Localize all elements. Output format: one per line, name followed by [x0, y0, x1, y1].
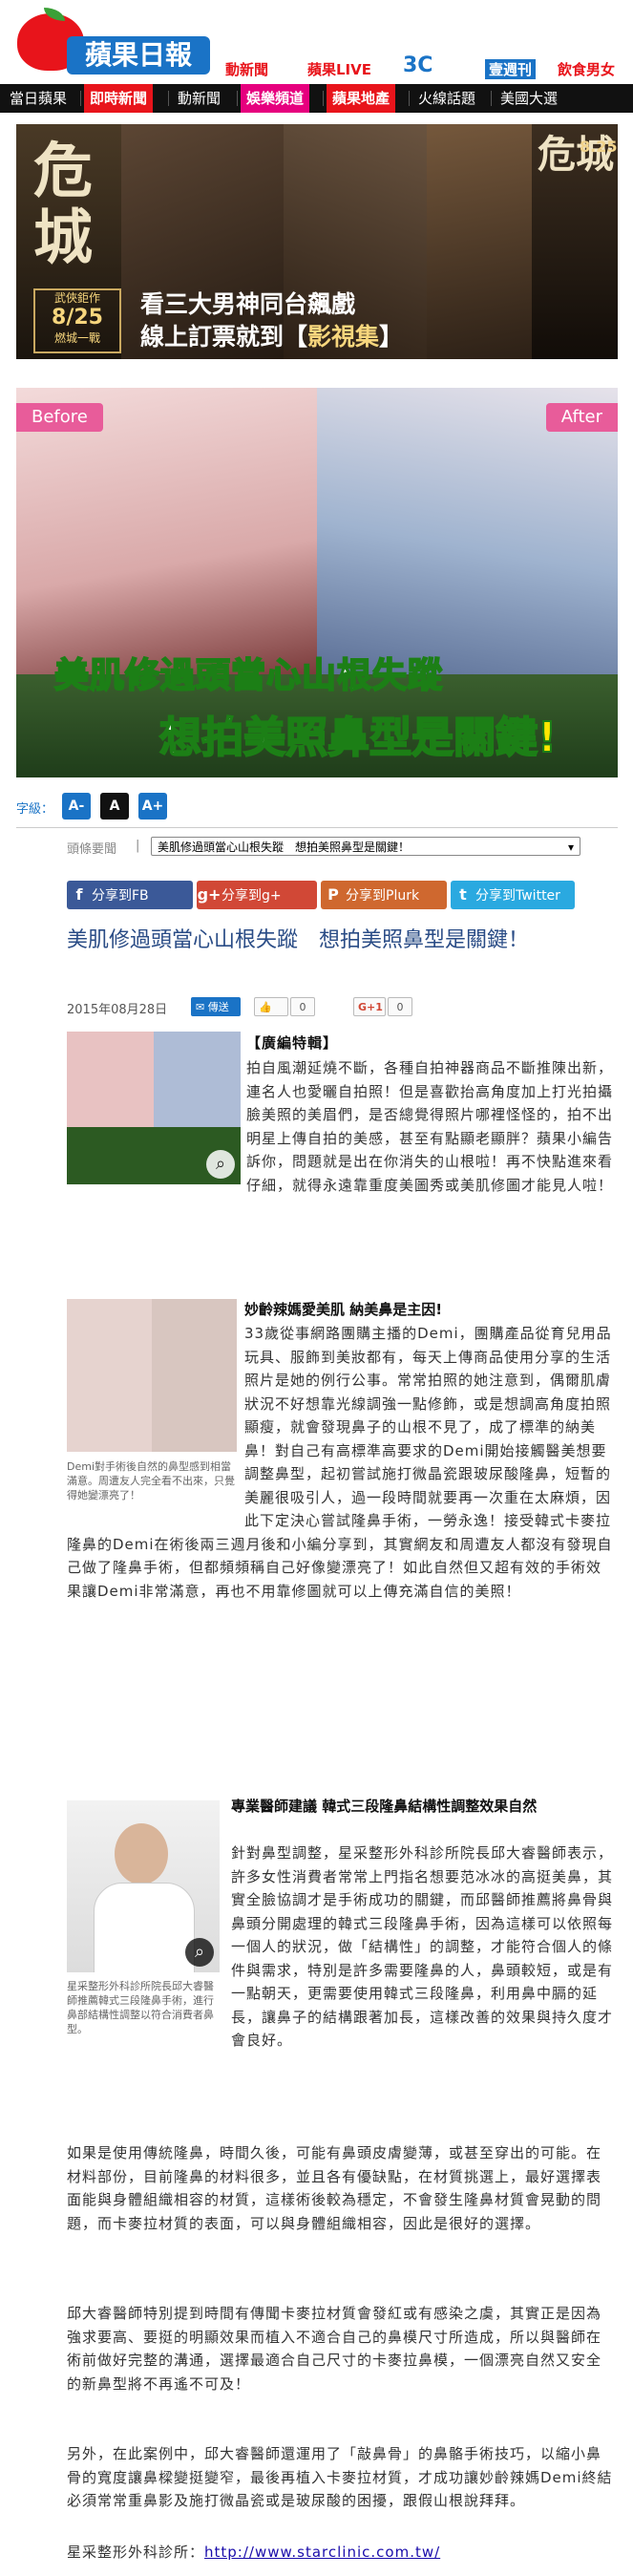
hero-headline-2: 想拍美照鼻型是關鍵!: [158, 703, 558, 764]
section2-paragraph: 33歲從事網路團購主播的Demi，團購產品從育兒用品玩具、服飾到美妝都有，每天上…: [67, 1322, 616, 1603]
nav-item-us-election[interactable]: 美國大選: [495, 84, 563, 113]
article-meta: 2015年08月28日 ✉ 傳送 👍 0 G+1 0: [67, 997, 621, 1018]
banner-line2-em: 影視集: [307, 323, 380, 351]
send-icon: ✉: [196, 1001, 205, 1013]
top-link-apple-live[interactable]: 蘋果LIVE: [307, 59, 371, 79]
contact-label: 星采整形外科診所：: [67, 2544, 205, 2561]
nav-divider: [80, 91, 81, 106]
like-count: 0: [290, 997, 315, 1016]
chevron-down-icon: ▾: [567, 841, 574, 854]
article-date: 2015年08月28日: [67, 1003, 168, 1017]
share-twitter-label: 分享到Twitter: [475, 888, 560, 904]
font-size-label: 字級：: [16, 802, 54, 817]
hero-headline-1: 美肌修過頭當心山根失蹤: [53, 655, 444, 696]
poster-right: 危城 8.25: [532, 124, 618, 359]
nav-item-realtime[interactable]: 即時新聞: [84, 84, 154, 113]
send-button[interactable]: ✉ 傳送: [191, 997, 241, 1016]
top-link-next-magazine[interactable]: 壹週刊: [485, 59, 537, 79]
top-link-food[interactable]: 飲食男女: [558, 59, 615, 79]
send-label: 傳送: [207, 1001, 229, 1013]
section3-text: 針對鼻型調整，星采整形外科診所院長邱大睿醫師表示，許多女性消費者常常上門指名想要…: [231, 1844, 614, 2049]
share-gplus-button[interactable]: g+分享到g+: [197, 881, 317, 909]
section1-label: 【廣編特輯】: [246, 1034, 339, 1052]
banner-line2-pre: 線上訂票就到【: [140, 323, 308, 351]
nav-item-hot-topics[interactable]: 火線話題: [412, 84, 481, 113]
banner-line2-post: 】: [379, 323, 404, 351]
section3-paragraph: 針對鼻型調整，星采整形外科診所院長邱大睿醫師表示，許多女性消費者常常上門指名想要…: [67, 1842, 616, 2053]
divider: [16, 827, 618, 828]
share-plurk-label: 分享到Plurk: [346, 888, 420, 904]
section1-text-right: 【廣編特輯】: [246, 1032, 616, 1055]
section1-paragraph: 拍自風潮延燒不斷，各種自拍神器商品不斷推陳出新，連名人也愛曬自拍照！但是喜歡抬高…: [67, 1056, 616, 1197]
share-twitter-button[interactable]: t 分享到Twitter: [451, 881, 575, 909]
nav-item-entertainment[interactable]: 娛樂頻道: [241, 84, 310, 113]
facebook-icon: f: [75, 885, 83, 904]
date-main: 8/25: [52, 306, 103, 330]
date-top: 武俠鉅作: [53, 291, 100, 305]
date-bottom: 燃城一戰: [53, 331, 100, 345]
thumbs-up-icon: 👍: [259, 1001, 272, 1013]
site-header: 蘋果日報 動新聞 蘋果LIVE 3C 壹週刊 飲食男女: [0, 0, 633, 84]
section1-text: 拍自風潮延燒不斷，各種自拍神器商品不斷推陳出新，連名人也愛曬自拍照！但是喜歡抬高…: [246, 1059, 614, 1194]
headline2-post: !: [537, 713, 558, 763]
font-size-bar: 字級： A- A A+: [16, 791, 618, 820]
nav-item-realestate[interactable]: 蘋果地產: [327, 84, 396, 113]
headline2-pre: 想拍美照: [158, 713, 328, 763]
gplus-icon: g+: [197, 885, 222, 904]
float-spacer: [67, 1322, 244, 1526]
main-nav: 當日蘋果 即時新聞 動新聞 娛樂頻道 蘋果地產 火線話題 美國大選: [0, 84, 633, 113]
article-select[interactable]: 美肌修過頭當心山根失蹤 想拍美照鼻型是關鍵！ ▾: [151, 837, 580, 856]
share-facebook-button[interactable]: f 分享到FB: [67, 881, 193, 909]
font-normal-button[interactable]: A: [100, 793, 129, 820]
top-link-animation-news[interactable]: 動新聞: [225, 59, 268, 79]
font-larger-button[interactable]: A+: [138, 793, 167, 820]
paragraph-5: 邱大睿醫師特別提到時間有傳聞卡麥拉材質會發紅或有感染之虞，其實正是因為強求要高、…: [67, 2305, 602, 2393]
movie-banner-ad[interactable]: 危城 危城 8.25 武俠鉅作 8/25 燃城一戰 看三大男神同台飆戲 線上訂票…: [16, 124, 618, 359]
nav-divider: [323, 91, 324, 106]
gplus-count: 0: [388, 997, 412, 1016]
nav-divider: [491, 91, 492, 106]
movie-title: 危城: [33, 136, 94, 272]
gplus-one-button[interactable]: G+1: [353, 997, 386, 1016]
twitter-icon: t: [459, 885, 467, 904]
breadcrumb-label: 頭條要聞: [67, 842, 117, 857]
nav-item-motion-news[interactable]: 動新聞: [172, 84, 226, 113]
nav-divider: [168, 91, 169, 106]
share-gplus-label: 分享到g+: [222, 888, 282, 904]
plurk-icon: P: [327, 885, 339, 904]
article-title: 美肌修過頭當心山根失蹤 想拍美照鼻型是關鍵！: [67, 928, 530, 952]
float-spacer: [67, 1842, 231, 2033]
side-date: 8.25: [580, 138, 618, 156]
font-smaller-button[interactable]: A-: [62, 793, 91, 820]
logo-text: 蘋果日報: [67, 36, 210, 75]
section2-heading: 妙齡辣媽愛美肌 納美鼻是主因!: [244, 1301, 443, 1318]
before-tag: Before: [16, 403, 103, 432]
headline2-em: 鼻型是關鍵: [327, 713, 538, 763]
nav-divider: [237, 91, 238, 106]
float-spacer: [67, 1056, 246, 1186]
section3-heading: 專業醫師建議 韓式三段隆鼻結構性調整效果自然: [231, 1798, 538, 1815]
article-hero-image: Before After 美肌修過頭當心山根失蹤 想拍美照鼻型是關鍵!: [16, 388, 618, 777]
breadcrumb-separator: |: [136, 839, 140, 853]
paragraph-4: 如果是使用傳統隆鼻，時間久後，可能有鼻頭皮膚變薄，或甚至穿出的可能。在材料部份，…: [67, 2144, 602, 2232]
breadcrumb: 頭條要聞 | 美肌修過頭當心山根失蹤 想拍美照鼻型是關鍵！ ▾: [67, 837, 621, 860]
top-link-3c[interactable]: 3C: [403, 53, 433, 77]
article-select-value: 美肌修過頭當心山根失蹤 想拍美照鼻型是關鍵！: [158, 841, 411, 854]
paragraph-6: 另外，在此案例中，邱大睿醫師還運用了「敲鼻骨」的鼻骼手術技巧，以縮小鼻骨的寬度讓…: [67, 2445, 613, 2509]
share-plurk-button[interactable]: P 分享到Plurk: [321, 881, 447, 909]
like-button[interactable]: 👍: [254, 997, 288, 1016]
clinic-link[interactable]: http://www.starclinic.com.tw/: [204, 2544, 440, 2561]
site-logo[interactable]: 蘋果日報: [11, 8, 210, 75]
share-facebook-label: 分享到FB: [92, 888, 149, 904]
nav-divider: [409, 91, 410, 106]
banner-line1: 看三大男神同台飆戲: [140, 290, 356, 318]
release-date-box: 武俠鉅作 8/25 燃城一戰: [33, 288, 121, 353]
banner-copy: 看三大男神同台飆戲 線上訂票就到【影視集】: [140, 288, 503, 353]
nav-item-daily[interactable]: 當日蘋果: [4, 84, 73, 113]
contact-line: 星采整形外科診所：http://www.starclinic.com.tw/: [67, 2541, 616, 2565]
after-tag: After: [545, 403, 618, 432]
